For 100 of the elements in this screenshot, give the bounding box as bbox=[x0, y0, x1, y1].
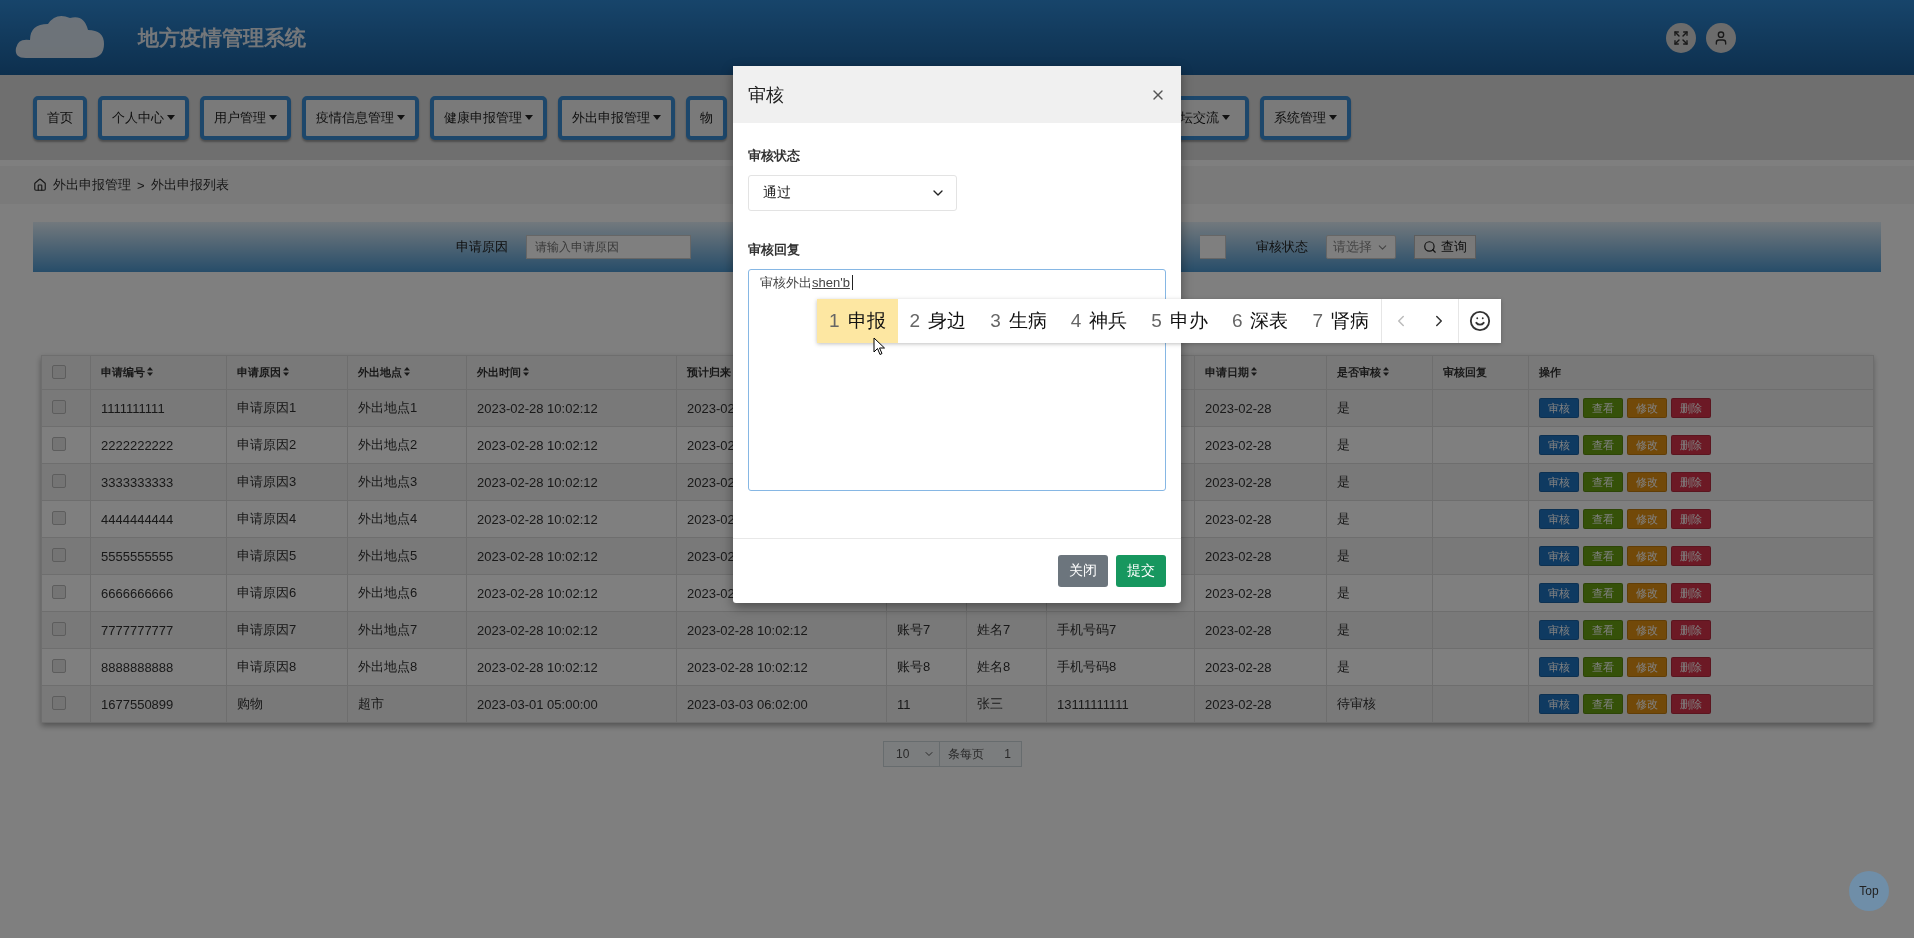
caret-icon bbox=[269, 115, 277, 120]
breadcrumb-item[interactable]: 外出申报管理 bbox=[53, 176, 131, 194]
table-cell: 2023-02-28 bbox=[1205, 474, 1272, 490]
page-size-select[interactable]: 10 bbox=[884, 742, 941, 766]
column-header[interactable]: 是否审核 bbox=[1337, 366, 1389, 378]
input-field[interactable] bbox=[1200, 235, 1226, 259]
checkbox[interactable] bbox=[52, 658, 66, 673]
action-button[interactable]: 查看 bbox=[1583, 398, 1623, 418]
ime-candidate[interactable]: 4 神兵 bbox=[1058, 299, 1140, 343]
action-button[interactable]: 修改 bbox=[1627, 509, 1667, 529]
action-button[interactable]: 审核 bbox=[1539, 620, 1579, 640]
ime-candidate[interactable]: 1 申报 bbox=[817, 299, 898, 343]
table-cell: 姓名8 bbox=[977, 659, 1011, 674]
action-button[interactable]: 审核 bbox=[1539, 398, 1579, 418]
table-cell: 账号8 bbox=[897, 659, 931, 674]
action-button[interactable]: 删除 bbox=[1671, 435, 1711, 455]
action-button[interactable]: 审核 bbox=[1539, 509, 1579, 529]
action-button[interactable]: 修改 bbox=[1627, 435, 1667, 455]
table-cell: 2023-02 bbox=[687, 511, 735, 527]
home-icon[interactable] bbox=[33, 178, 47, 192]
action-button[interactable]: 查看 bbox=[1583, 620, 1623, 640]
action-button[interactable]: 修改 bbox=[1627, 620, 1667, 640]
table-cell: 超市 bbox=[358, 696, 384, 711]
nav-menu-item[interactable]: 疫情信息管理 bbox=[302, 95, 419, 140]
action-button[interactable]: 查看 bbox=[1583, 509, 1623, 529]
action-button[interactable]: 修改 bbox=[1627, 398, 1667, 418]
mouse-pointer-icon bbox=[873, 337, 886, 356]
action-button[interactable]: 修改 bbox=[1627, 472, 1667, 492]
action-button[interactable]: 删除 bbox=[1671, 694, 1711, 714]
action-button[interactable]: 修改 bbox=[1627, 546, 1667, 566]
back-to-top-button[interactable]: Top bbox=[1849, 871, 1889, 911]
action-button[interactable]: 审核 bbox=[1539, 583, 1579, 603]
sort-icon bbox=[523, 367, 529, 376]
table-cell: 外出地点8 bbox=[358, 659, 418, 674]
table-cell: 是 bbox=[1337, 474, 1350, 489]
nav-menu-item[interactable]: 用户管理 bbox=[200, 95, 291, 140]
action-button[interactable]: 删除 bbox=[1671, 583, 1711, 603]
checkbox[interactable] bbox=[52, 695, 66, 710]
nav-menu-item[interactable]: 外出申报管理 bbox=[558, 95, 675, 140]
checkbox[interactable] bbox=[52, 621, 66, 636]
dialog-button[interactable]: 提交 bbox=[1116, 555, 1166, 587]
status-select[interactable]: 通过 bbox=[748, 175, 957, 211]
checkbox[interactable] bbox=[52, 510, 66, 525]
user-icon[interactable] bbox=[1706, 22, 1736, 53]
table-cell: 2023-02-28 bbox=[1205, 400, 1272, 416]
ime-candidate[interactable]: 5 申办 bbox=[1139, 299, 1220, 343]
nav-menu-item[interactable]: 系统管理 bbox=[1260, 95, 1351, 140]
action-button[interactable]: 审核 bbox=[1539, 546, 1579, 566]
action-button[interactable]: 审核 bbox=[1539, 694, 1579, 714]
table-cell: 7777777777 bbox=[101, 622, 174, 638]
action-button[interactable]: 删除 bbox=[1671, 546, 1711, 566]
action-button[interactable]: 删除 bbox=[1671, 620, 1711, 640]
action-button[interactable]: 查看 bbox=[1583, 583, 1623, 603]
action-button[interactable]: 删除 bbox=[1671, 472, 1711, 492]
action-button[interactable]: 修改 bbox=[1627, 583, 1667, 603]
action-button[interactable]: 审核 bbox=[1539, 657, 1579, 677]
page-number[interactable]: 1 bbox=[994, 742, 1022, 766]
column-header[interactable]: 外出时间 bbox=[477, 366, 529, 378]
column-header[interactable]: 申请日期 bbox=[1205, 366, 1257, 378]
table-cell: 2023-03-03 06:02:00 bbox=[687, 696, 808, 712]
column-header[interactable]: 外出地点 bbox=[358, 366, 410, 378]
table-cell: 是 bbox=[1337, 548, 1350, 563]
action-button[interactable]: 删除 bbox=[1671, 509, 1711, 529]
checkbox[interactable] bbox=[52, 473, 66, 488]
action-button[interactable]: 修改 bbox=[1627, 657, 1667, 677]
action-button[interactable]: 删除 bbox=[1671, 657, 1711, 677]
checkbox[interactable] bbox=[52, 364, 66, 379]
nav-menu-item[interactable]: 物 bbox=[686, 95, 727, 140]
fullscreen-icon[interactable] bbox=[1666, 22, 1696, 53]
checkbox[interactable] bbox=[52, 436, 66, 451]
column-header[interactable]: 预计归来 bbox=[687, 366, 739, 378]
action-button[interactable]: 删除 bbox=[1671, 398, 1711, 418]
nav-menu-item[interactable]: 首页 bbox=[33, 95, 87, 140]
checkbox[interactable] bbox=[52, 547, 66, 562]
query-button[interactable]: 查询 bbox=[1414, 235, 1476, 259]
action-button[interactable]: 审核 bbox=[1539, 435, 1579, 455]
nav-menu-item[interactable]: 个人中心 bbox=[98, 95, 189, 140]
caret-icon bbox=[397, 115, 405, 120]
action-button[interactable]: 查看 bbox=[1583, 657, 1623, 677]
checkbox[interactable] bbox=[52, 399, 66, 414]
checkbox[interactable] bbox=[52, 584, 66, 599]
nav-menu-item[interactable]: 健康申报管理 bbox=[430, 95, 547, 140]
ime-candidate[interactable]: 6 深表 bbox=[1219, 299, 1301, 343]
ime-candidate[interactable]: 3 生病 bbox=[978, 299, 1059, 343]
dialog-button[interactable]: 关闭 bbox=[1058, 555, 1108, 587]
search-field[interactable]: 请输入申请原因 bbox=[526, 235, 691, 259]
table-cell: 2023-02-28 10:02:12 bbox=[477, 659, 598, 675]
action-button[interactable]: 查看 bbox=[1583, 435, 1623, 455]
ime-candidate[interactable]: 2 身边 bbox=[897, 299, 979, 343]
action-button[interactable]: 审核 bbox=[1539, 472, 1579, 492]
column-header[interactable]: 申请编号 bbox=[101, 366, 153, 378]
column-header[interactable]: 申请原因 bbox=[237, 366, 289, 378]
action-button[interactable]: 查看 bbox=[1583, 472, 1623, 492]
ime-candidate[interactable]: 7 肾病 bbox=[1300, 299, 1382, 343]
table-cell: 申请原因4 bbox=[237, 511, 297, 526]
table-cell: 外出地点2 bbox=[358, 437, 418, 452]
table-cell: 2023-02-28 bbox=[1205, 622, 1272, 638]
action-button[interactable]: 查看 bbox=[1583, 694, 1623, 714]
action-button[interactable]: 修改 bbox=[1627, 694, 1667, 714]
action-button[interactable]: 查看 bbox=[1583, 546, 1623, 566]
